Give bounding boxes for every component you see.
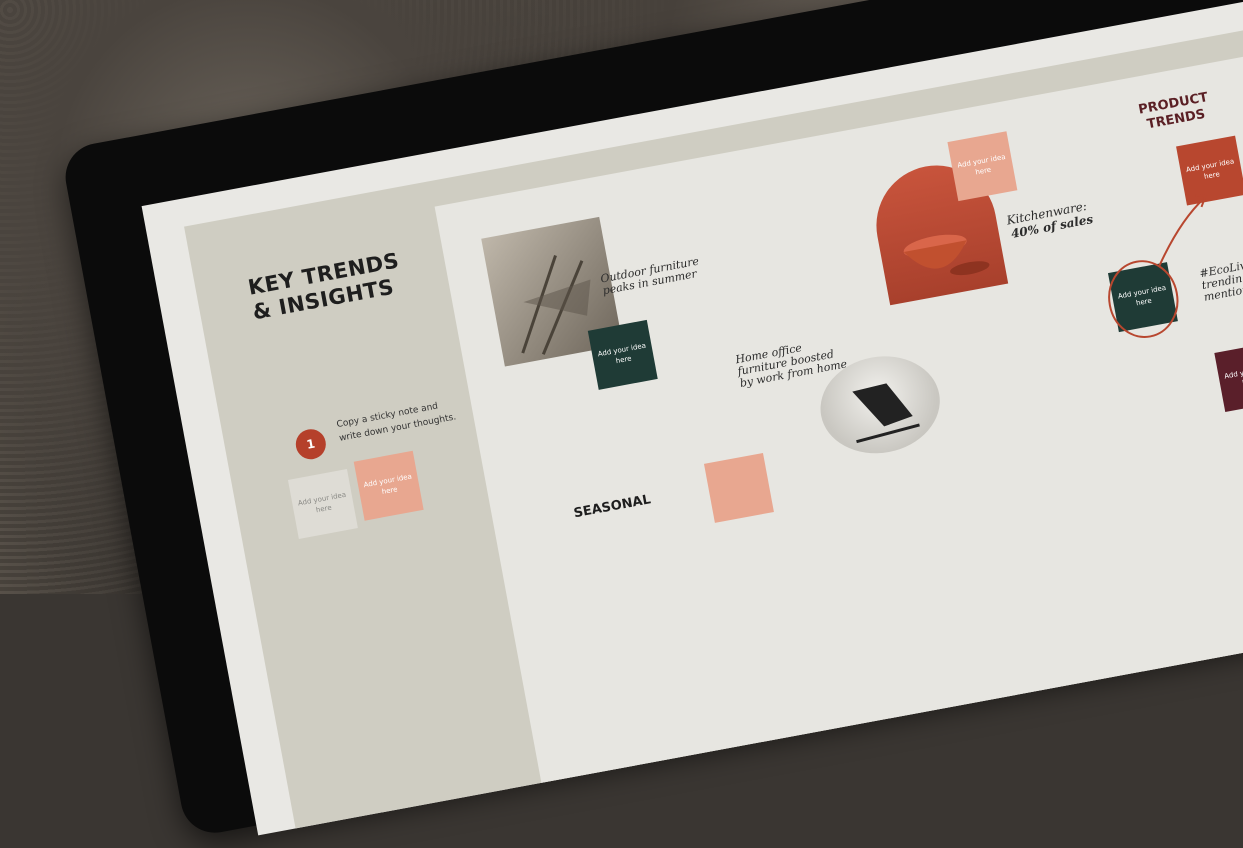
sticky-note-salmon-3[interactable]	[703, 452, 774, 523]
step-instruction: Copy a sticky note and write down your t…	[335, 401, 457, 444]
whiteboard: KEY TRENDS & INSIGHTS 1 Copy a sticky no…	[184, 0, 1243, 836]
sticky-note-dark-green-1[interactable]: Add your idea here	[587, 319, 658, 390]
sticky-note-light[interactable]: Add your idea here	[287, 469, 358, 539]
heading-seasonal: SEASONAL	[572, 492, 652, 522]
heading-product-trends: PRODUCT TRENDS	[1137, 90, 1210, 133]
sticky-note-salmon-2[interactable]: Add your idea here	[947, 131, 1018, 202]
sticky-note-maroon[interactable]: Add your idea here	[1214, 342, 1243, 413]
note-outdoor: Outdoor furniture peaks in summer	[599, 254, 700, 298]
trends-canvas: Outdoor furniture peaks in summer Add yo…	[434, 13, 1243, 817]
sticky-note-salmon[interactable]: Add your idea here	[353, 450, 424, 521]
step-number-badge: 1	[293, 426, 329, 462]
board-title: KEY TRENDS & INSIGHTS	[246, 248, 402, 325]
tablet-device: KEY TRENDS & INSIGHTS 1 Copy a sticky no…	[60, 0, 1243, 839]
tablet-screen: KEY TRENDS & INSIGHTS 1 Copy a sticky no…	[141, 0, 1243, 836]
